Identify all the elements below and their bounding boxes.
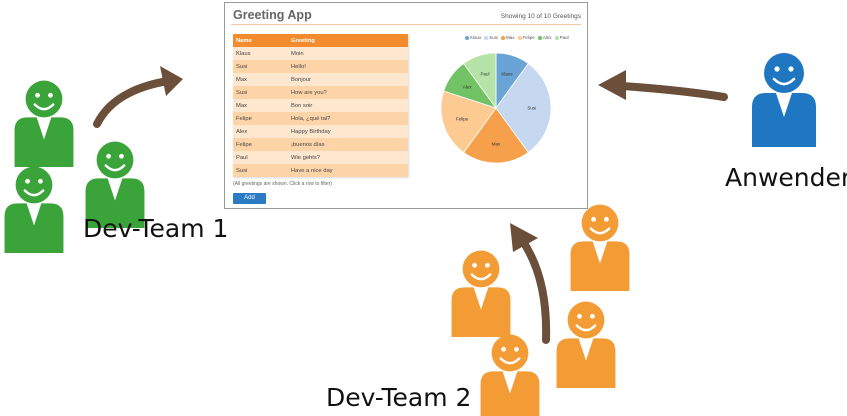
cell-greeting: Wie gehts?	[288, 151, 408, 164]
legend-label: Klaus	[470, 35, 482, 40]
legend-dot-icon	[517, 35, 522, 40]
dev-team-2-member-icon	[569, 203, 631, 293]
cell-greeting: How are you?	[288, 86, 408, 99]
legend-dot-icon	[465, 35, 469, 40]
legend-label: Max	[506, 35, 515, 40]
anwender-user-icon	[750, 51, 818, 149]
table-row[interactable]: Felipe ¡buenos días	[233, 138, 408, 151]
table-row[interactable]: Max Bonjour	[233, 73, 408, 86]
cell-name: Felipe	[233, 138, 288, 151]
cell-name: Susi	[233, 60, 288, 73]
pie-slice-label: Klaus	[501, 71, 513, 76]
table-row[interactable]: Susi Hello!	[233, 60, 408, 73]
dev-team-2-member-icon	[555, 300, 617, 390]
legend-item-felipe[interactable]: Felipe	[517, 35, 535, 40]
arrow-team1-to-app	[93, 66, 183, 128]
legend-item-alex[interactable]: Alex	[537, 35, 552, 40]
dev-team-1-member-icon	[13, 79, 75, 169]
app-title: Greeting App	[233, 8, 312, 22]
cell-greeting: Have a nice day	[288, 164, 408, 177]
cell-greeting: Bonjour	[288, 73, 408, 86]
table-row[interactable]: Max Bon soir	[233, 99, 408, 112]
cell-name: Felipe	[233, 112, 288, 125]
table-header-row: Name Greeting	[233, 34, 408, 47]
greetings-pie-chart[interactable]: Klaus Susi Max Felipe Alex Paul	[438, 50, 554, 166]
anwender-caption: Anwender	[725, 163, 847, 192]
dev-team-2-member-icon	[450, 249, 512, 339]
pie-slice-label: Felipe	[456, 117, 469, 122]
legend-dot-icon	[501, 35, 506, 40]
dev-team-2-member-icon	[479, 333, 541, 416]
cell-greeting: Hola, ¿qué tal?	[288, 112, 408, 125]
legend-label: Felipe	[522, 35, 535, 40]
anwender-group	[750, 51, 818, 149]
greetings-table: Name Greeting Klaus Moin Susi Hello! Max Bo…	[233, 34, 408, 177]
cell-greeting: Bon soir	[288, 99, 408, 112]
legend-label: Alex	[542, 35, 552, 40]
legend-item-max[interactable]: Max	[501, 35, 515, 40]
cell-name: Alex	[233, 125, 288, 138]
pie-slice-label: Susi	[527, 106, 536, 111]
dev-team-2-caption: Dev-Team 2	[326, 383, 472, 412]
dev-team-2-group	[450, 203, 631, 416]
table-row[interactable]: Susi How are you?	[233, 86, 408, 99]
table-row[interactable]: Paul Wie gehts?	[233, 151, 408, 164]
cell-greeting: Hello!	[288, 60, 408, 73]
cell-name: Klaus	[233, 47, 288, 60]
add-button[interactable]: Add	[233, 193, 266, 204]
dev-team-1-member-icon	[3, 165, 65, 255]
pie-slice-label: Alex	[463, 84, 473, 89]
arrow-user-to-app	[598, 70, 728, 101]
pie-legend: Klaus Susi Max Felipe Alex Paul	[465, 35, 572, 40]
table-row[interactable]: Felipe Hola, ¿qué tal?	[233, 112, 408, 125]
title-divider	[231, 24, 581, 25]
legend-label: Paul	[559, 35, 569, 40]
table-row[interactable]: Alex Happy Birthday	[233, 125, 408, 138]
legend-label: Susi	[489, 35, 499, 40]
legend-dot-icon	[537, 35, 542, 40]
legend-item-paul[interactable]: Paul	[554, 35, 569, 40]
legend-item-susi[interactable]: Susi	[484, 35, 498, 40]
greeting-app-window: Greeting App Showing 10 of 10 Greetings …	[224, 2, 588, 209]
cell-greeting: Moin	[288, 47, 408, 60]
table-row[interactable]: Susi Have a nice day	[233, 164, 408, 177]
cell-name: Max	[233, 99, 288, 112]
arrow-team2-to-app	[510, 223, 551, 344]
table-hint-text: (All greetings are shown. Click a row to…	[233, 181, 332, 187]
cell-name: Paul	[233, 151, 288, 164]
cell-greeting: ¡buenos días	[288, 138, 408, 151]
app-status-text: Showing 10 of 10 Greetings	[500, 13, 581, 20]
cell-name: Susi	[233, 164, 288, 177]
cell-greeting: Happy Birthday	[288, 125, 408, 138]
table-row[interactable]: Klaus Moin	[233, 47, 408, 60]
legend-dot-icon	[484, 35, 489, 40]
dev-team-1-caption: Dev-Team 1	[83, 214, 229, 243]
legend-dot-icon	[554, 35, 559, 40]
pie-slice-label: Paul	[480, 71, 489, 76]
column-header-greeting[interactable]: Greeting	[288, 34, 408, 47]
legend-item-klaus[interactable]: Klaus	[465, 35, 481, 40]
cell-name: Susi	[233, 86, 288, 99]
cell-name: Max	[233, 73, 288, 86]
pie-slice-label: Max	[492, 141, 501, 146]
column-header-name[interactable]: Name	[233, 34, 288, 47]
